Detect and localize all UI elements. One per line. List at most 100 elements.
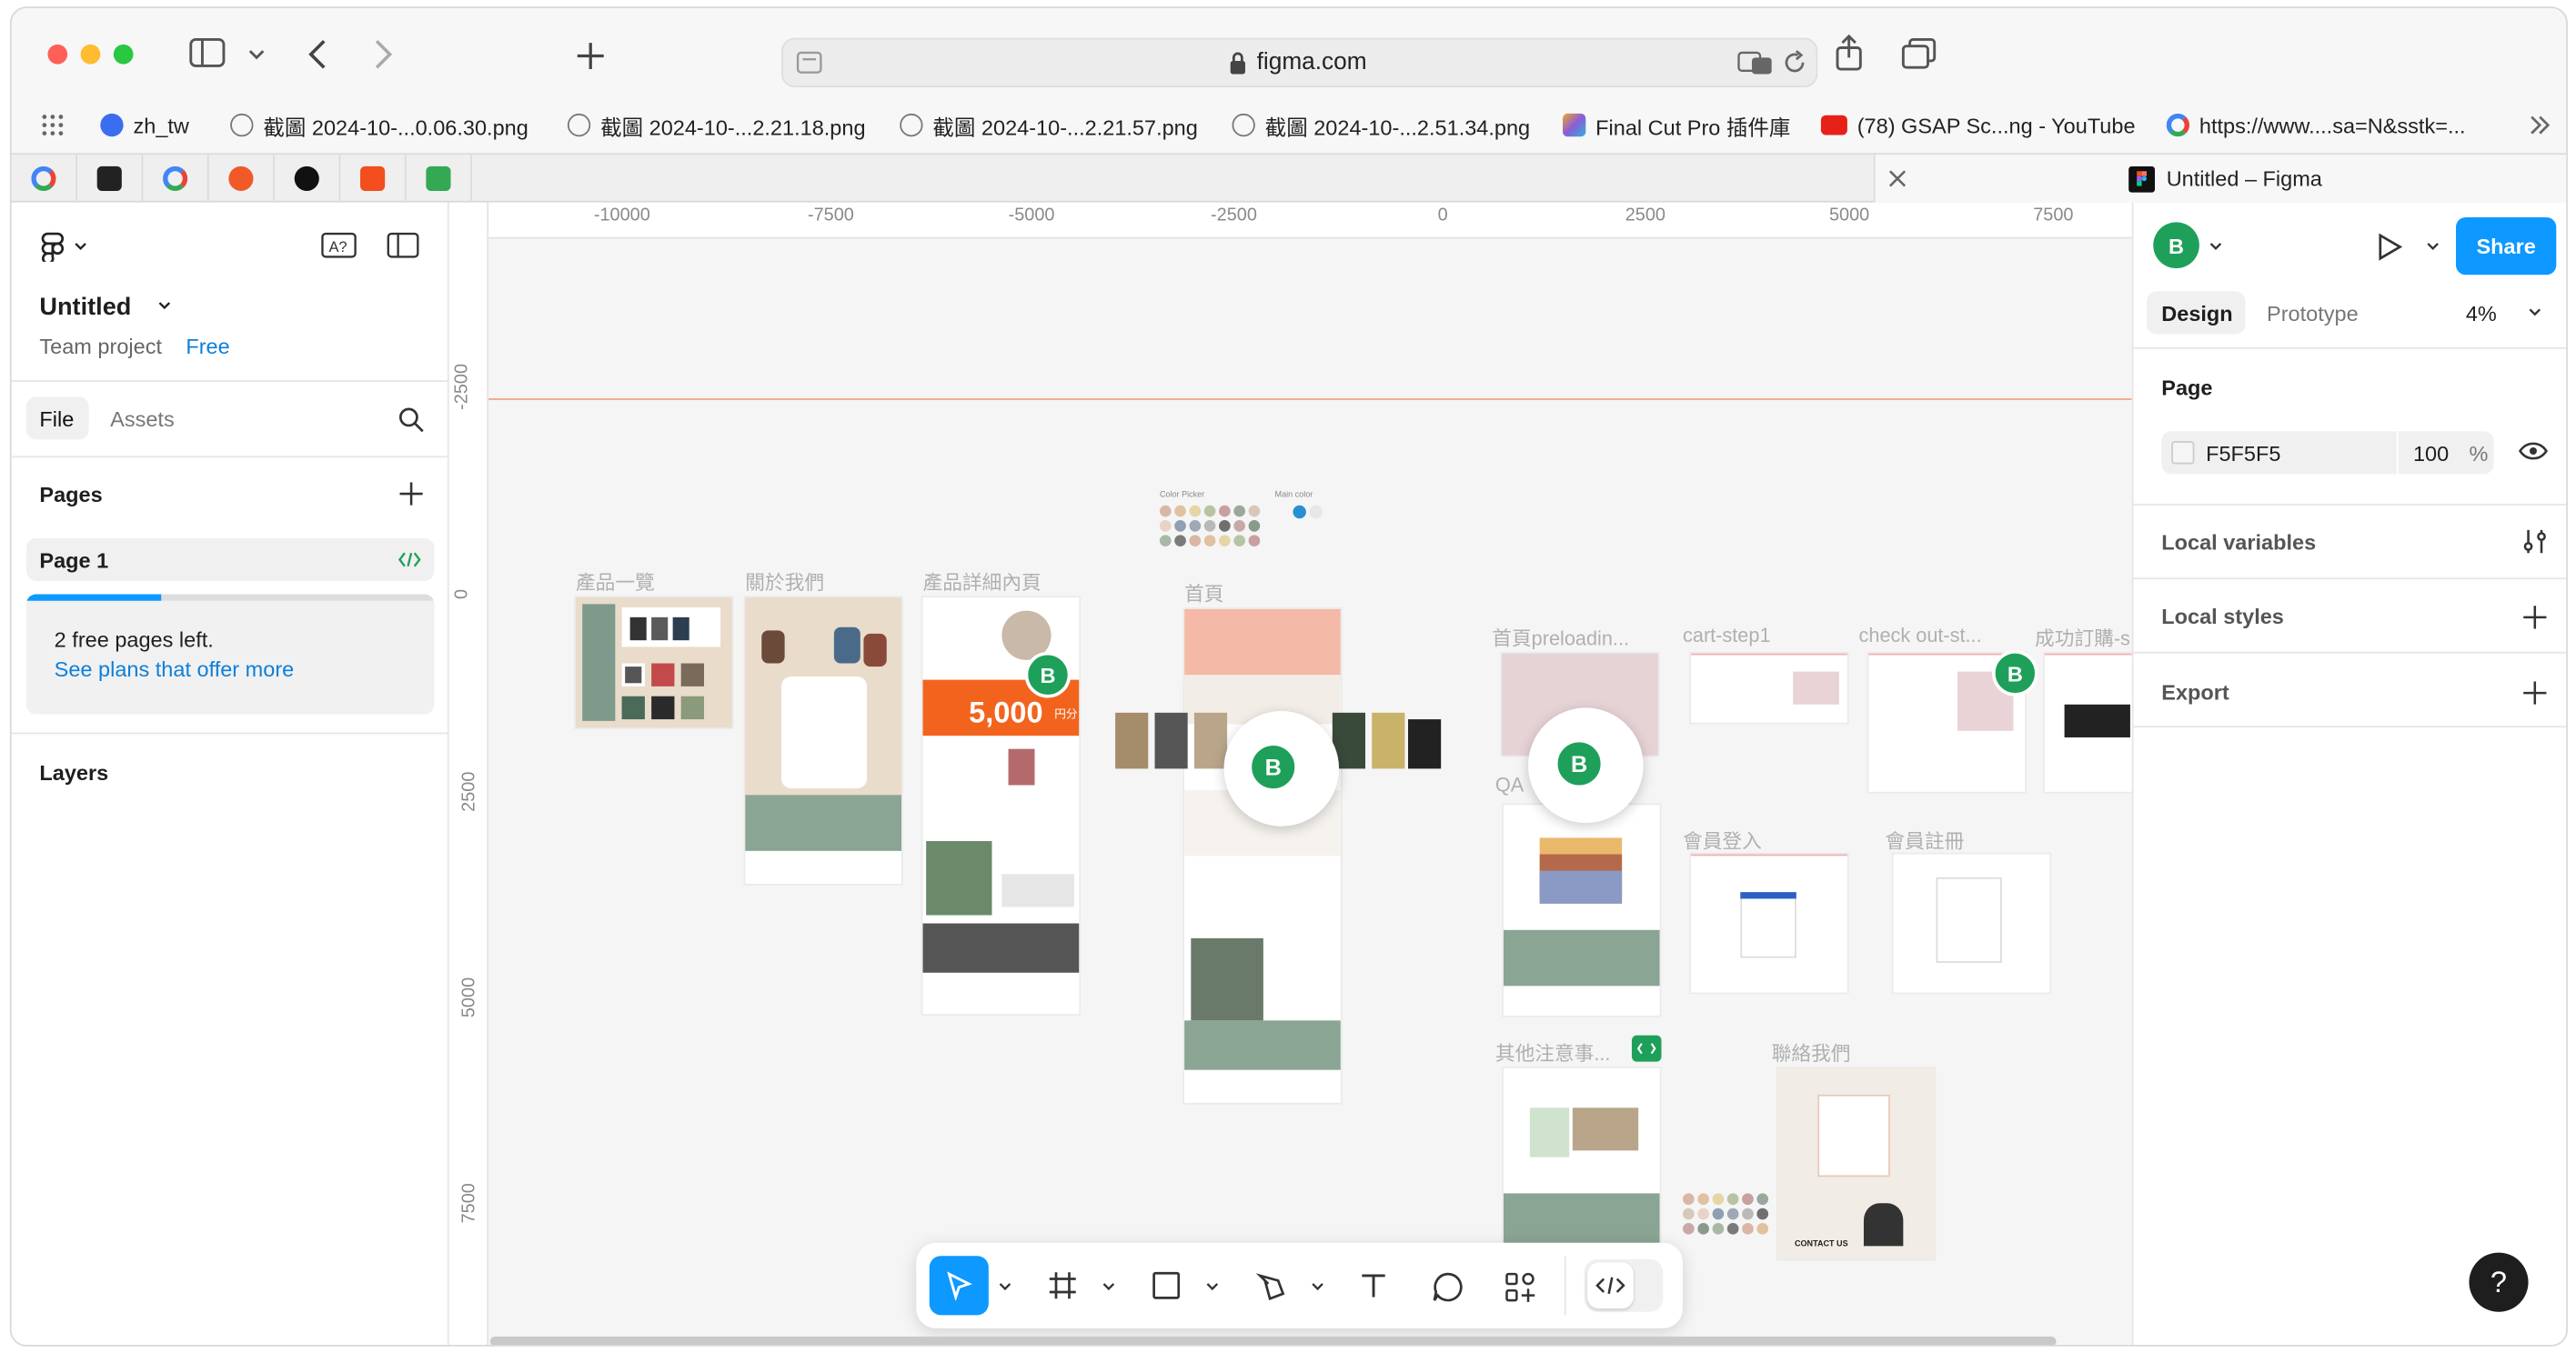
export-header[interactable]: Export [2161,680,2229,705]
frame-cart-step1[interactable] [1691,653,1847,723]
apps-grid-icon[interactable] [41,114,64,136]
frame-label[interactable]: cart-step1 [1683,624,1770,646]
collaborator-avatar[interactable]: B [1024,651,1072,698]
url-bar[interactable]: figma.com [781,37,1818,87]
pinned-tab[interactable] [340,155,407,203]
bookmark[interactable]: Final Cut Pro 插件庫 [1563,110,1790,140]
page-bg-color-field[interactable]: F5F5F5 100 % [2161,431,2494,475]
close-tab-icon[interactable] [1888,169,1907,187]
collaborator-avatar[interactable]: B [1248,742,1298,792]
bookmark[interactable]: 截圖 2024-10-...2.21.18.png [567,110,866,140]
frame-label[interactable]: 首頁 [1184,579,1223,607]
forward-icon[interactable] [374,38,394,71]
user-avatar[interactable]: B [2153,222,2199,269]
minimize-window-button[interactable] [80,44,101,65]
search-icon[interactable] [398,406,425,433]
tab-prototype[interactable]: Prototype [2267,301,2359,326]
chevron-down-icon[interactable] [1311,1282,1323,1292]
chevron-down-icon[interactable] [248,47,265,60]
back-icon[interactable] [307,38,327,71]
frame-order-success[interactable] [2044,653,2132,792]
bookmark[interactable]: zh_tw [100,110,189,140]
sidebar-toggle-icon[interactable] [189,37,226,68]
chevron-down-icon[interactable] [2529,308,2541,318]
reload-icon[interactable] [1782,49,1808,75]
color-swatch[interactable] [2171,441,2195,465]
pinned-tab[interactable] [407,155,473,203]
share-icon[interactable] [1834,35,1864,71]
chevron-down-icon[interactable] [999,1282,1011,1292]
bookmark[interactable]: 截圖 2024-10-...2.21.57.png [900,110,1198,140]
pinned-tab[interactable] [209,155,276,203]
frame-home[interactable] [1184,608,1341,1103]
frame-about[interactable] [745,597,902,885]
local-styles-header[interactable]: Local styles [2161,604,2284,628]
frame-tool-icon[interactable] [1048,1270,1078,1300]
frame-label[interactable]: 聯絡我們 [1772,1038,1851,1067]
figma-menu-icon[interactable] [41,232,65,262]
share-button[interactable]: Share [2455,216,2557,276]
move-tool[interactable] [929,1256,989,1316]
frame-label[interactable]: 會員登入 [1683,827,1762,855]
dev-mode-toggle[interactable] [1584,1258,1664,1312]
close-window-button[interactable] [47,44,68,65]
more-bookmarks-icon[interactable] [2529,114,2551,136]
chevron-down-icon[interactable] [158,301,171,311]
frame-label[interactable]: check out-st... [1859,624,1982,646]
tab-assets[interactable]: Assets [110,406,175,431]
variables-icon[interactable] [2521,528,2548,555]
frame-product-list[interactable] [575,597,732,728]
frame-label[interactable]: 其他注意事... [1495,1038,1611,1067]
frame-member-register[interactable] [1893,854,2050,993]
text-tool-icon[interactable] [1359,1270,1389,1300]
frame-label[interactable]: 關於我們 [745,568,824,596]
actions-tool-icon[interactable] [1504,1270,1536,1303]
pen-tool-icon[interactable] [1255,1270,1288,1303]
zoom-level[interactable]: 4% [2466,301,2497,326]
add-page-icon[interactable] [399,482,423,506]
chevron-down-icon[interactable] [2209,242,2222,252]
add-style-icon[interactable] [2523,606,2547,629]
panel-toggle-icon[interactable] [387,232,419,258]
translate-icon[interactable] [1737,49,1774,75]
frame-label[interactable]: QA [1495,774,1524,797]
frame-contact[interactable]: CONTACT US [1777,1067,1935,1259]
bg-opacity[interactable]: 100 [2413,441,2449,466]
bookmark[interactable]: 截圖 2024-10-...0.06.30.png [230,110,528,140]
frame-notes[interactable] [1503,1067,1660,1247]
bg-color-hex[interactable]: F5F5F5 [2206,441,2280,466]
ui3-toggle-icon[interactable]: A? [321,232,357,258]
pinned-tab[interactable] [77,155,144,203]
dev-ready-badge[interactable] [1631,1035,1662,1062]
frame-label[interactable]: 會員註冊 [1885,827,1964,855]
see-plans-link[interactable]: See plans that offer more [55,656,295,681]
pinned-tab[interactable] [143,155,209,203]
pinned-tab[interactable] [12,155,77,203]
frame-qa[interactable] [1503,805,1660,1016]
collaborator-avatar[interactable]: B [1554,738,1605,789]
present-play-icon[interactable] [2377,232,2403,262]
collaborator-avatar[interactable]: B [1992,650,2038,697]
active-tab[interactable]: Untitled – Figma [1873,155,2567,203]
tab-overview-icon[interactable] [1901,37,1938,71]
zoom-window-button[interactable] [113,44,134,65]
horizontal-scrollbar[interactable] [489,1336,2057,1345]
add-export-icon[interactable] [2523,681,2547,705]
comment-tool-icon[interactable] [1431,1270,1464,1303]
team-name[interactable]: Team project [39,334,162,358]
rectangle-tool-icon[interactable] [1152,1270,1182,1300]
chevron-down-icon[interactable] [74,242,86,252]
frame-label[interactable]: 產品一覽 [576,568,655,596]
canvas[interactable]: -10000 -7500 -5000 -2500 0 2500 5000 750… [448,202,2132,1345]
chevron-down-icon[interactable] [1206,1282,1219,1292]
bookmark[interactable]: 截圖 2024-10-...2.51.34.png [1232,110,1530,140]
bookmark[interactable]: (78) GSAP Sc...ng - YouTube [1820,110,2136,140]
page-item[interactable]: Page 1 [25,537,435,582]
file-name[interactable]: Untitled [39,293,131,321]
bookmark[interactable]: https://www....sa=N&sstk=... [2166,110,2466,140]
help-button[interactable]: ? [2469,1252,2529,1312]
chevron-down-icon[interactable] [1102,1282,1115,1292]
eye-icon[interactable] [2518,441,2549,461]
new-tab-icon[interactable] [576,41,606,71]
pinned-tab[interactable] [275,155,341,203]
